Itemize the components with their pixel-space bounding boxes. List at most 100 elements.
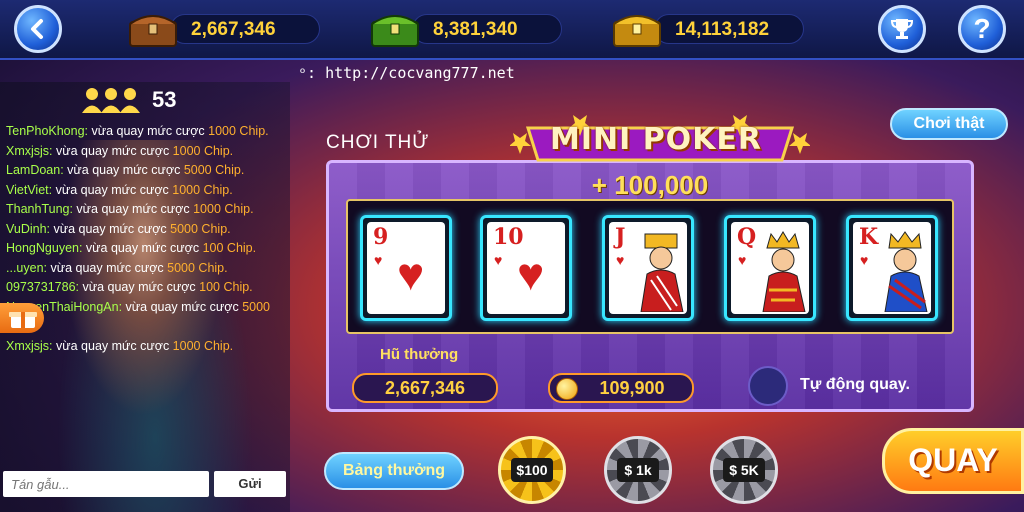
coin-icon: [556, 378, 578, 400]
chat-username: VietViet:: [6, 182, 53, 197]
chat-amount: 1000 Chip.: [193, 202, 254, 216]
card: J ♥: [609, 222, 687, 314]
chat-action: vừa quay mức cược: [82, 241, 203, 255]
chat-message: HongNguyen: vừa quay mức cược 100 Chip.: [6, 239, 284, 259]
chat-username: Xmxjsjs:: [6, 143, 53, 158]
card-slot: 10 ♥ ♥: [480, 215, 572, 321]
bet-chip-label-box: $ 5K: [723, 458, 765, 482]
side-menu-tab[interactable]: [0, 303, 44, 333]
jackpot-value: 2,667,346: [352, 373, 498, 403]
paytable-button[interactable]: Bảng thưởng: [324, 452, 464, 490]
gold-chest-icon: [613, 15, 661, 47]
demo-mode-label: CHƠI THỬ: [326, 132, 430, 153]
mini-poker-title: MINI POKER: [549, 122, 763, 157]
chat-amount: 100 Chip.: [202, 241, 257, 255]
question-icon: ?: [973, 13, 991, 44]
card-rank: 10: [493, 224, 524, 250]
card: Q ♥: [731, 222, 809, 314]
bet-chip-label: $ 1k: [624, 462, 652, 478]
chat-message: 0973731786: vừa quay mức cược 100 Chip.: [6, 278, 284, 298]
bet-1k-chip[interactable]: $ 1k: [604, 436, 672, 504]
trophy-icon: [890, 19, 914, 39]
bet-5k-chip[interactable]: $ 5K: [710, 436, 778, 504]
gift-icon: [9, 312, 37, 328]
chat-message: NguyenThaiHongAn: vừa quay mức cược 5000…: [6, 298, 284, 337]
chat-action: vừa quay mức cược: [50, 221, 171, 236]
leaderboard-button[interactable]: [878, 5, 926, 53]
chat-action: vừa quay mức cược: [47, 260, 168, 275]
chat-input[interactable]: [3, 471, 209, 497]
card-rank: J: [615, 224, 626, 250]
jackpot-green-value: 8,381,340: [412, 14, 562, 44]
chat-action: vừa quay mức cược: [52, 338, 173, 353]
chat-action: vừa quay mức cược: [88, 124, 209, 138]
chevron-left-icon: [31, 19, 43, 39]
jackpot-bronze-value: 2,667,346: [170, 14, 320, 44]
chat-message: VuDinh: vừa quay mức cược 5000 Chip.: [6, 220, 284, 240]
bet-chip-label-box: $ 1k: [617, 458, 659, 482]
bet-100-chip[interactable]: $100: [498, 436, 566, 504]
heart-icon: ♥: [738, 252, 747, 268]
card-slot: 9 ♥ ♥: [360, 215, 452, 321]
chat-username: ThanhTung:: [6, 202, 73, 216]
heart-icon: ♥: [374, 252, 383, 268]
card-rank: Q: [737, 224, 757, 250]
heart-icon: ♥: [397, 248, 425, 300]
chat-action: vừa quay mức cược: [63, 163, 184, 177]
card: 10 ♥ ♥: [487, 222, 565, 314]
auto-spin-toggle[interactable]: [748, 366, 788, 406]
bronze-chest-icon: [129, 15, 177, 47]
chat-amount: 1000 Chip.: [172, 338, 234, 353]
chat-username: VuDinh:: [6, 221, 51, 236]
help-button[interactable]: ?: [958, 5, 1006, 53]
chat-action: vừa quay mức cược: [52, 143, 173, 158]
chat-message: Xmxjsjs: vừa quay mức cược 1000 Chip.: [6, 337, 284, 357]
send-button[interactable]: Gửi: [214, 471, 286, 497]
chat-amount: 5000 Chip.: [167, 260, 228, 275]
chat-amount: 100 Chip.: [199, 280, 253, 294]
queen-face-icon: [762, 231, 806, 312]
star-icon: [789, 133, 810, 154]
users-icon: [82, 88, 140, 113]
chat-action: vừa quay mức cược: [52, 182, 173, 197]
chat-action: vừa quay mức cược: [122, 299, 243, 314]
chat-username: 0973731786:: [6, 280, 79, 294]
card-slot: J ♥: [602, 215, 694, 321]
chat-username: ...uyen:: [6, 260, 47, 275]
back-button[interactable]: [14, 5, 62, 53]
jack-face-icon: [640, 233, 684, 312]
star-icon: [510, 133, 531, 154]
chat-message: TenPhoKhong: vừa quay mức cược 1000 Chip…: [6, 122, 284, 142]
jackpot-gold-value: 14,113,182: [654, 14, 804, 44]
card-slot: K ♥: [846, 215, 938, 321]
chat-amount: 1000 Chip.: [172, 143, 234, 158]
site-url: ᵒ: http://cocvang777.net: [298, 64, 515, 82]
king-face-icon: [884, 231, 928, 312]
jackpot-label: Hũ thưởng: [380, 346, 459, 363]
heart-icon: ♥: [517, 248, 545, 300]
heart-icon: ♥: [616, 252, 625, 268]
chat-message: LamDoan: vừa quay mức cược 5000 Chip.: [6, 161, 284, 181]
chat-username: HongNguyen:: [6, 241, 83, 255]
chat-message: ThanhTung: vừa quay mức cược 1000 Chip.: [6, 200, 284, 220]
chat-username: LamDoan:: [6, 163, 64, 177]
spin-button[interactable]: QUAY: [882, 428, 1024, 494]
chat-message: Xmxjsjs: vừa quay mức cược 1000 Chip.: [6, 142, 284, 162]
bet-chip-label-box: $100: [511, 458, 553, 482]
real-play-button[interactable]: Chơi thật: [890, 108, 1008, 140]
win-amount: + 100,000: [591, 170, 709, 200]
chat-action: vừa quay mức cược: [72, 202, 194, 216]
online-count: 53: [152, 87, 177, 112]
card-rank: K: [859, 224, 879, 250]
top-bar: 2,667,346 8,381,340 14,113,182 ?: [0, 0, 1024, 60]
chat-username: TenPhoKhong:: [6, 124, 89, 138]
chat-amount: 1000 Chip.: [172, 182, 233, 197]
chat-amount: 1000 Chip.: [208, 124, 269, 138]
chat-action: vừa quay mức cược: [79, 280, 200, 294]
chat-messages: TenPhoKhong: vừa quay mức cược 1000 Chip…: [6, 122, 284, 356]
green-chest-icon: [371, 15, 419, 47]
chat-message: ...uyen: vừa quay mức cược 5000 Chip.: [6, 259, 284, 279]
chat-amount: 5000 Chip.: [170, 221, 231, 236]
card: 9 ♥ ♥: [367, 222, 445, 314]
chat-username: Xmxjsjs:: [6, 338, 53, 353]
